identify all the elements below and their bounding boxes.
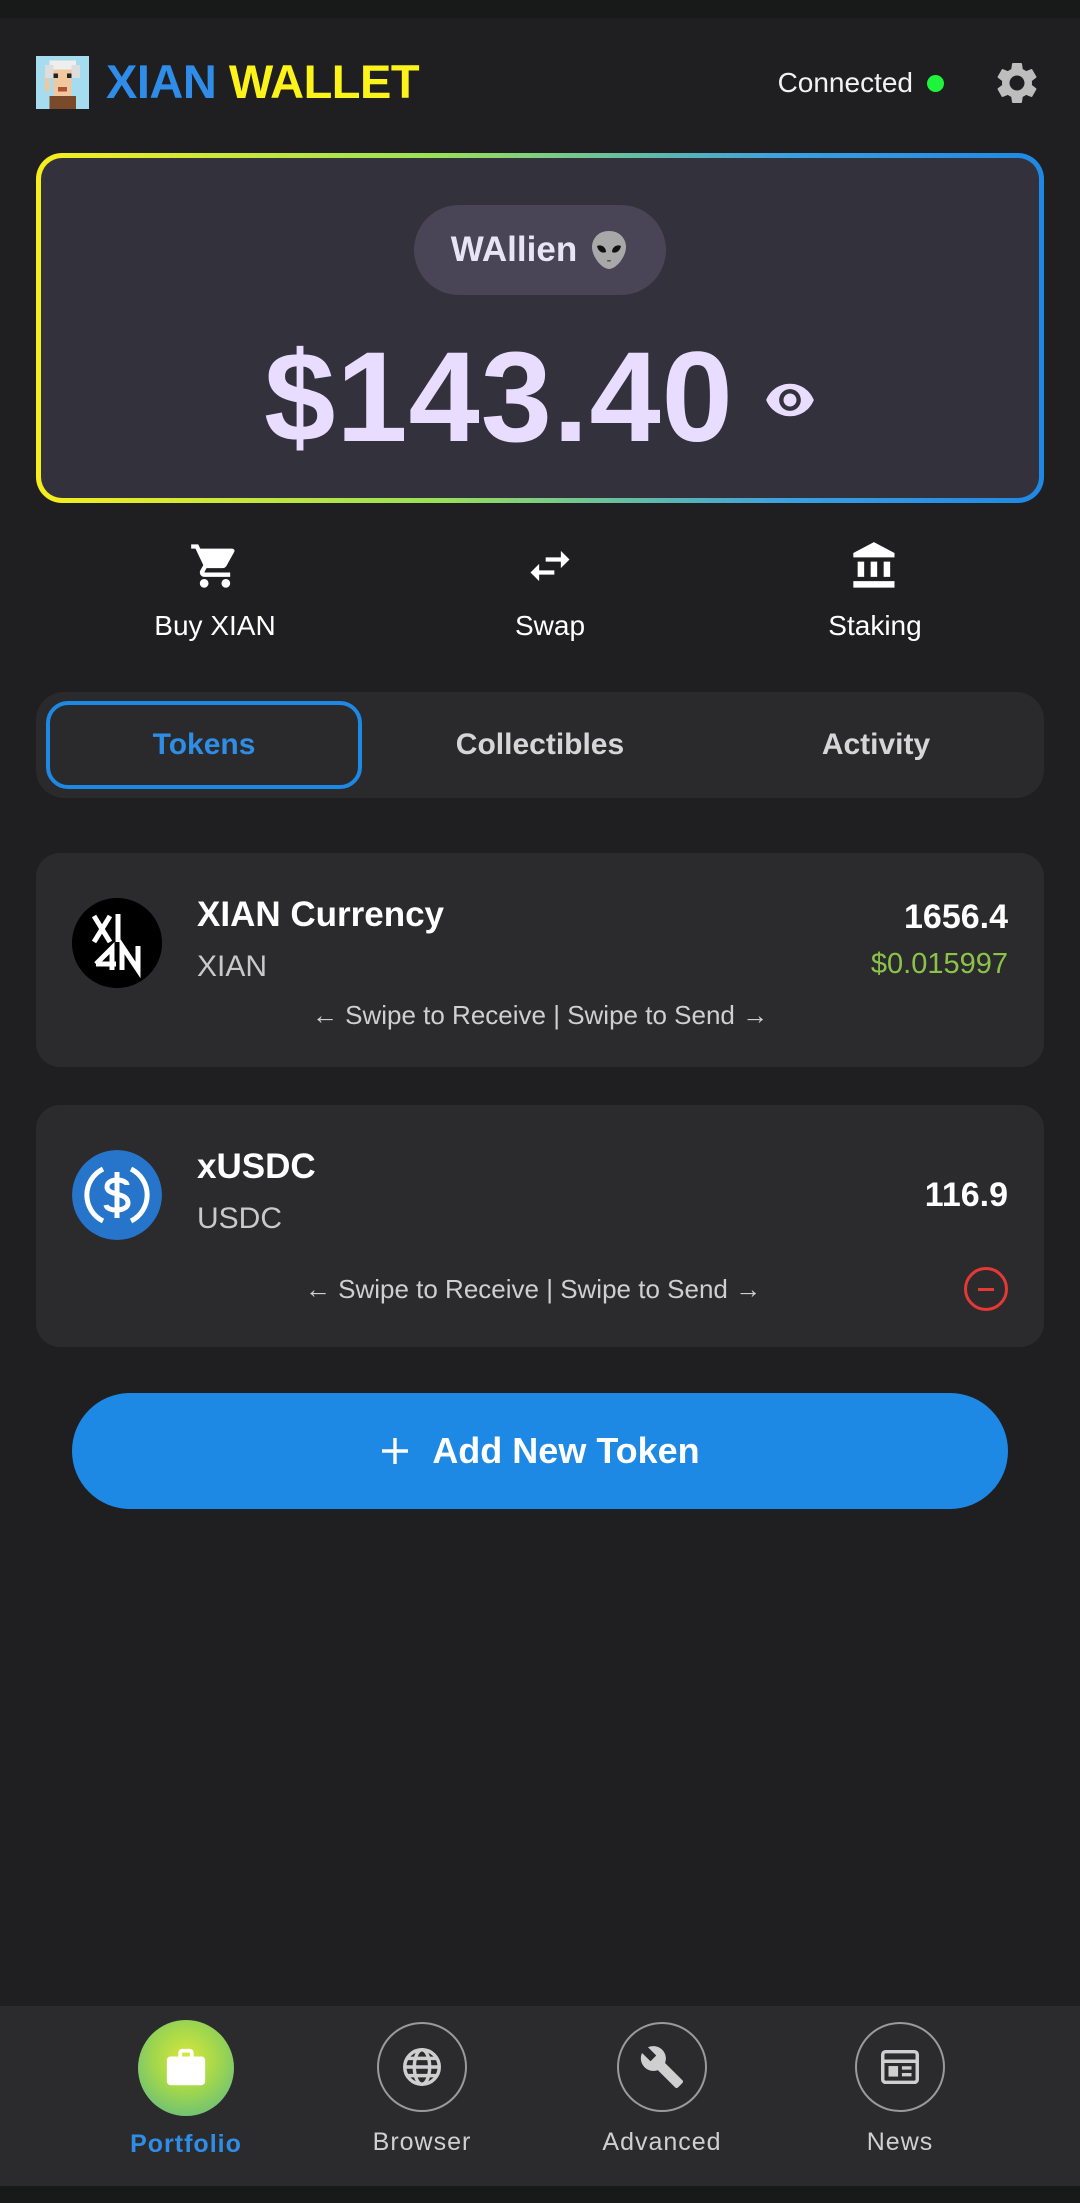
add-token-label: Add New Token: [432, 1430, 700, 1471]
bank-icon: [853, 542, 895, 588]
nav-advanced[interactable]: Advanced: [562, 2022, 762, 2157]
account-selector[interactable]: WAllien: [414, 205, 666, 295]
staking-label: Staking: [828, 610, 922, 641]
token-card-xusdc[interactable]: xUSDC USDC 116.9 ← Swipe to Receive | Sw…: [36, 1105, 1044, 1347]
swipe-hint: ← Swipe to Receive | Swipe to Send →: [311, 1000, 769, 1030]
nav-news[interactable]: News: [800, 2022, 1000, 2157]
nav-browser-label: Browser: [372, 2128, 472, 2156]
token-name: XIAN Currency: [197, 895, 445, 934]
avatar-logo: [36, 56, 89, 109]
token-card-xian[interactable]: XIAN Currency XIAN 1656.4 $0.015997 ← Sw…: [36, 853, 1044, 1067]
tab-collectibles[interactable]: Collectibles: [382, 701, 698, 789]
brand-xian: XIAN: [106, 55, 217, 108]
token-name: xUSDC: [197, 1147, 316, 1186]
browser-icon-circle: [377, 2022, 467, 2112]
token-symbol: USDC: [197, 1202, 283, 1235]
balance-row: $143.40: [41, 328, 1039, 468]
portfolio-icon-circle: [138, 2020, 234, 2116]
account-name: WAllien: [450, 230, 578, 269]
briefcase-icon: [166, 2048, 206, 2086]
nav-portfolio[interactable]: Portfolio: [86, 2020, 286, 2159]
plus-icon: [382, 1438, 409, 1464]
balance-card-inner: WAllien $143.40: [41, 158, 1039, 498]
alien-icon: [592, 231, 627, 269]
tab-activity[interactable]: Activity: [718, 701, 1034, 789]
usdc-token-icon: [72, 1150, 162, 1240]
add-token-button[interactable]: Add New Token: [72, 1393, 1008, 1509]
eye-icon[interactable]: [764, 380, 816, 420]
tab-bar: Tokens Collectibles Activity: [36, 692, 1044, 798]
brand-wallet: WALLET: [228, 55, 420, 108]
token-amount: 116.9: [924, 1176, 1008, 1214]
bottom-navigation: Portfolio Browser Advanced News: [0, 2006, 1080, 2186]
gesture-bar: [0, 2186, 1080, 2203]
status-bar: [0, 0, 1080, 18]
xian-token-icon: [72, 898, 162, 988]
tab-tokens[interactable]: Tokens: [46, 701, 362, 789]
quick-actions: Buy XIAN Swap Staking: [0, 540, 1080, 650]
token-amount: 1656.4: [904, 898, 1008, 936]
gear-icon: [997, 62, 1037, 103]
wallet-app: XIAN WALLET Connected WAllien $143.40 Bu…: [0, 0, 1080, 2203]
buy-xian-label: Buy XIAN: [154, 610, 276, 641]
swap-label: Swap: [514, 610, 586, 641]
buy-xian-button[interactable]: Buy XIAN: [95, 540, 335, 642]
swipe-hint: ← Swipe to Receive | Swipe to Send →: [304, 1274, 762, 1304]
nav-news-label: News: [866, 2128, 934, 2156]
cart-icon: [191, 544, 235, 588]
minus-icon: [978, 1287, 994, 1291]
swap-button[interactable]: Swap: [430, 540, 670, 642]
total-balance: $143.40: [264, 326, 734, 469]
advanced-icon-circle: [617, 2022, 707, 2112]
nav-advanced-label: Advanced: [602, 2128, 722, 2156]
staking-button[interactable]: Staking: [755, 540, 995, 642]
header: XIAN WALLET Connected: [0, 40, 1080, 124]
status-dot-icon: [927, 74, 944, 92]
settings-button[interactable]: [992, 58, 1042, 108]
nav-portfolio-label: Portfolio: [130, 2130, 242, 2158]
balance-card: WAllien $143.40: [36, 153, 1044, 503]
connection-status: Connected: [778, 66, 944, 100]
newspaper-icon: [881, 2049, 919, 2085]
globe-icon: [403, 2048, 441, 2086]
remove-token-button[interactable]: [964, 1267, 1008, 1311]
token-price: $0.015997: [870, 948, 1008, 980]
app-title: XIAN WALLET: [106, 54, 420, 110]
news-icon-circle: [855, 2022, 945, 2112]
swap-icon: [530, 550, 570, 582]
connection-label: Connected: [777, 67, 913, 98]
nav-browser[interactable]: Browser: [322, 2022, 522, 2157]
wrench-icon: [640, 2046, 684, 2089]
token-symbol: XIAN: [197, 950, 268, 983]
